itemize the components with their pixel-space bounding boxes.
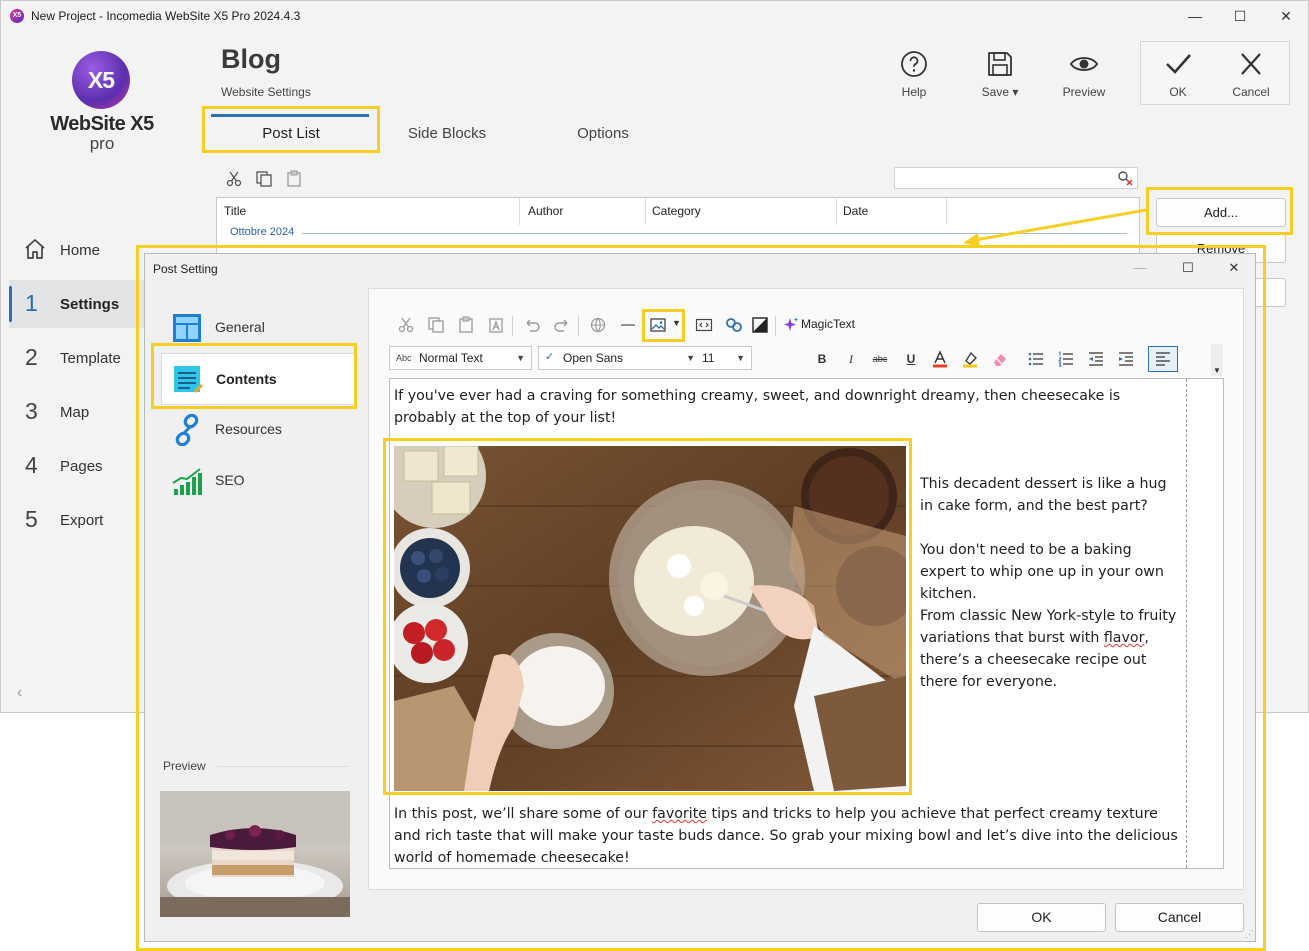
bold-button[interactable]: B [813, 350, 831, 368]
seo-chart-icon [172, 468, 202, 495]
highlight-contents [151, 343, 357, 409]
font-family-value: Open Sans [563, 351, 624, 365]
link-icon [175, 414, 199, 446]
paragraph-side-3: From classic New York-style to fruity va… [920, 605, 1182, 693]
italic-button[interactable]: I [842, 350, 860, 368]
dialog-maximize-button[interactable]: ☐ [1165, 254, 1211, 282]
paragraph-intro: If you've ever had a craving for somethi… [394, 388, 1121, 426]
dialog-nav-seo[interactable]: SEO [161, 455, 356, 507]
font-color-icon[interactable] [931, 350, 949, 368]
clear-format-icon[interactable] [991, 350, 1009, 368]
font-size-chevron-icon[interactable]: ▼ [736, 353, 745, 363]
font-family-select[interactable]: ✓ Open Sans ▼ 11 ▼ [538, 346, 752, 370]
dialog-nav-label: SEO [215, 472, 245, 488]
contrast-icon[interactable] [751, 316, 769, 334]
paste-icon[interactable] [457, 316, 475, 334]
check-icon: ✓ [545, 351, 555, 363]
paragraph-side-2: You don't need to be a baking expert to … [920, 542, 1164, 602]
dialog-title: Post Setting [153, 262, 218, 276]
paragraph-outro-text: In this post, we’ll share some of our [394, 806, 653, 822]
highlight-photo [383, 438, 912, 795]
html-code-icon[interactable] [695, 316, 713, 334]
dialog-nav-label: General [215, 319, 265, 335]
chevron-down-icon: ▼ [516, 353, 525, 363]
paragraph-style-value: Normal Text [419, 351, 483, 365]
toolbar-overflow-button[interactable]: ▼ [1211, 344, 1223, 376]
preview-heading: Preview [163, 759, 206, 773]
indent-icon[interactable] [1117, 350, 1135, 368]
toolbar-separator [578, 316, 579, 336]
highlight-insert-image [642, 309, 685, 342]
magictext-label[interactable]: MagicText [801, 317, 855, 331]
paragraph-side-1: This decadent dessert is like a hug in c… [920, 476, 1167, 514]
dialog-minimize-button[interactable]: — [1117, 254, 1163, 282]
style-icon: Abc [396, 353, 412, 363]
dialog-cancel-button[interactable]: Cancel [1115, 903, 1244, 932]
misspelled-word[interactable]: favorite [652, 806, 707, 822]
resize-grip-icon[interactable]: ⋰ [1245, 929, 1254, 940]
strikethrough-button[interactable]: abc [871, 350, 889, 368]
preview-thumbnail-image [160, 791, 350, 917]
dialog-nav-resources[interactable]: Resources [161, 404, 356, 456]
toolbar-separator [512, 316, 513, 336]
redo-icon[interactable] [553, 316, 571, 334]
highlight-color-icon[interactable] [961, 350, 979, 368]
paragraph-outro: In this post, we’ll share some of our fa… [394, 803, 1186, 868]
special-link-icon[interactable] [725, 316, 743, 334]
preview-divider [217, 766, 349, 767]
copy-icon[interactable] [427, 316, 445, 334]
dialog-close-button[interactable]: ✕ [1211, 254, 1257, 282]
link-icon[interactable] [589, 316, 607, 334]
margin-guide [1186, 379, 1187, 868]
outdent-icon[interactable] [1087, 350, 1105, 368]
align-left-icon [1156, 352, 1170, 366]
paste-text-icon[interactable] [487, 316, 505, 334]
dialog-nav-label: Resources [215, 421, 282, 437]
general-icon [173, 314, 201, 342]
dialog-ok-button[interactable]: OK [977, 903, 1106, 932]
align-left-button[interactable] [1148, 346, 1178, 372]
horizontal-line-icon[interactable] [619, 316, 637, 334]
chevron-down-icon: ▼ [686, 353, 695, 363]
toolbar-separator [775, 316, 776, 336]
cut-icon[interactable] [397, 316, 415, 334]
misspelled-word[interactable]: flavor [1104, 630, 1145, 646]
font-size-value: 11 [702, 351, 715, 365]
undo-icon[interactable] [523, 316, 541, 334]
numbered-list-icon[interactable] [1057, 350, 1075, 368]
paragraph-style-select[interactable]: Abc Normal Text ▼ [389, 346, 532, 370]
bulleted-list-icon[interactable] [1027, 350, 1045, 368]
magictext-icon[interactable] [782, 316, 800, 334]
underline-button[interactable]: U [902, 350, 920, 368]
